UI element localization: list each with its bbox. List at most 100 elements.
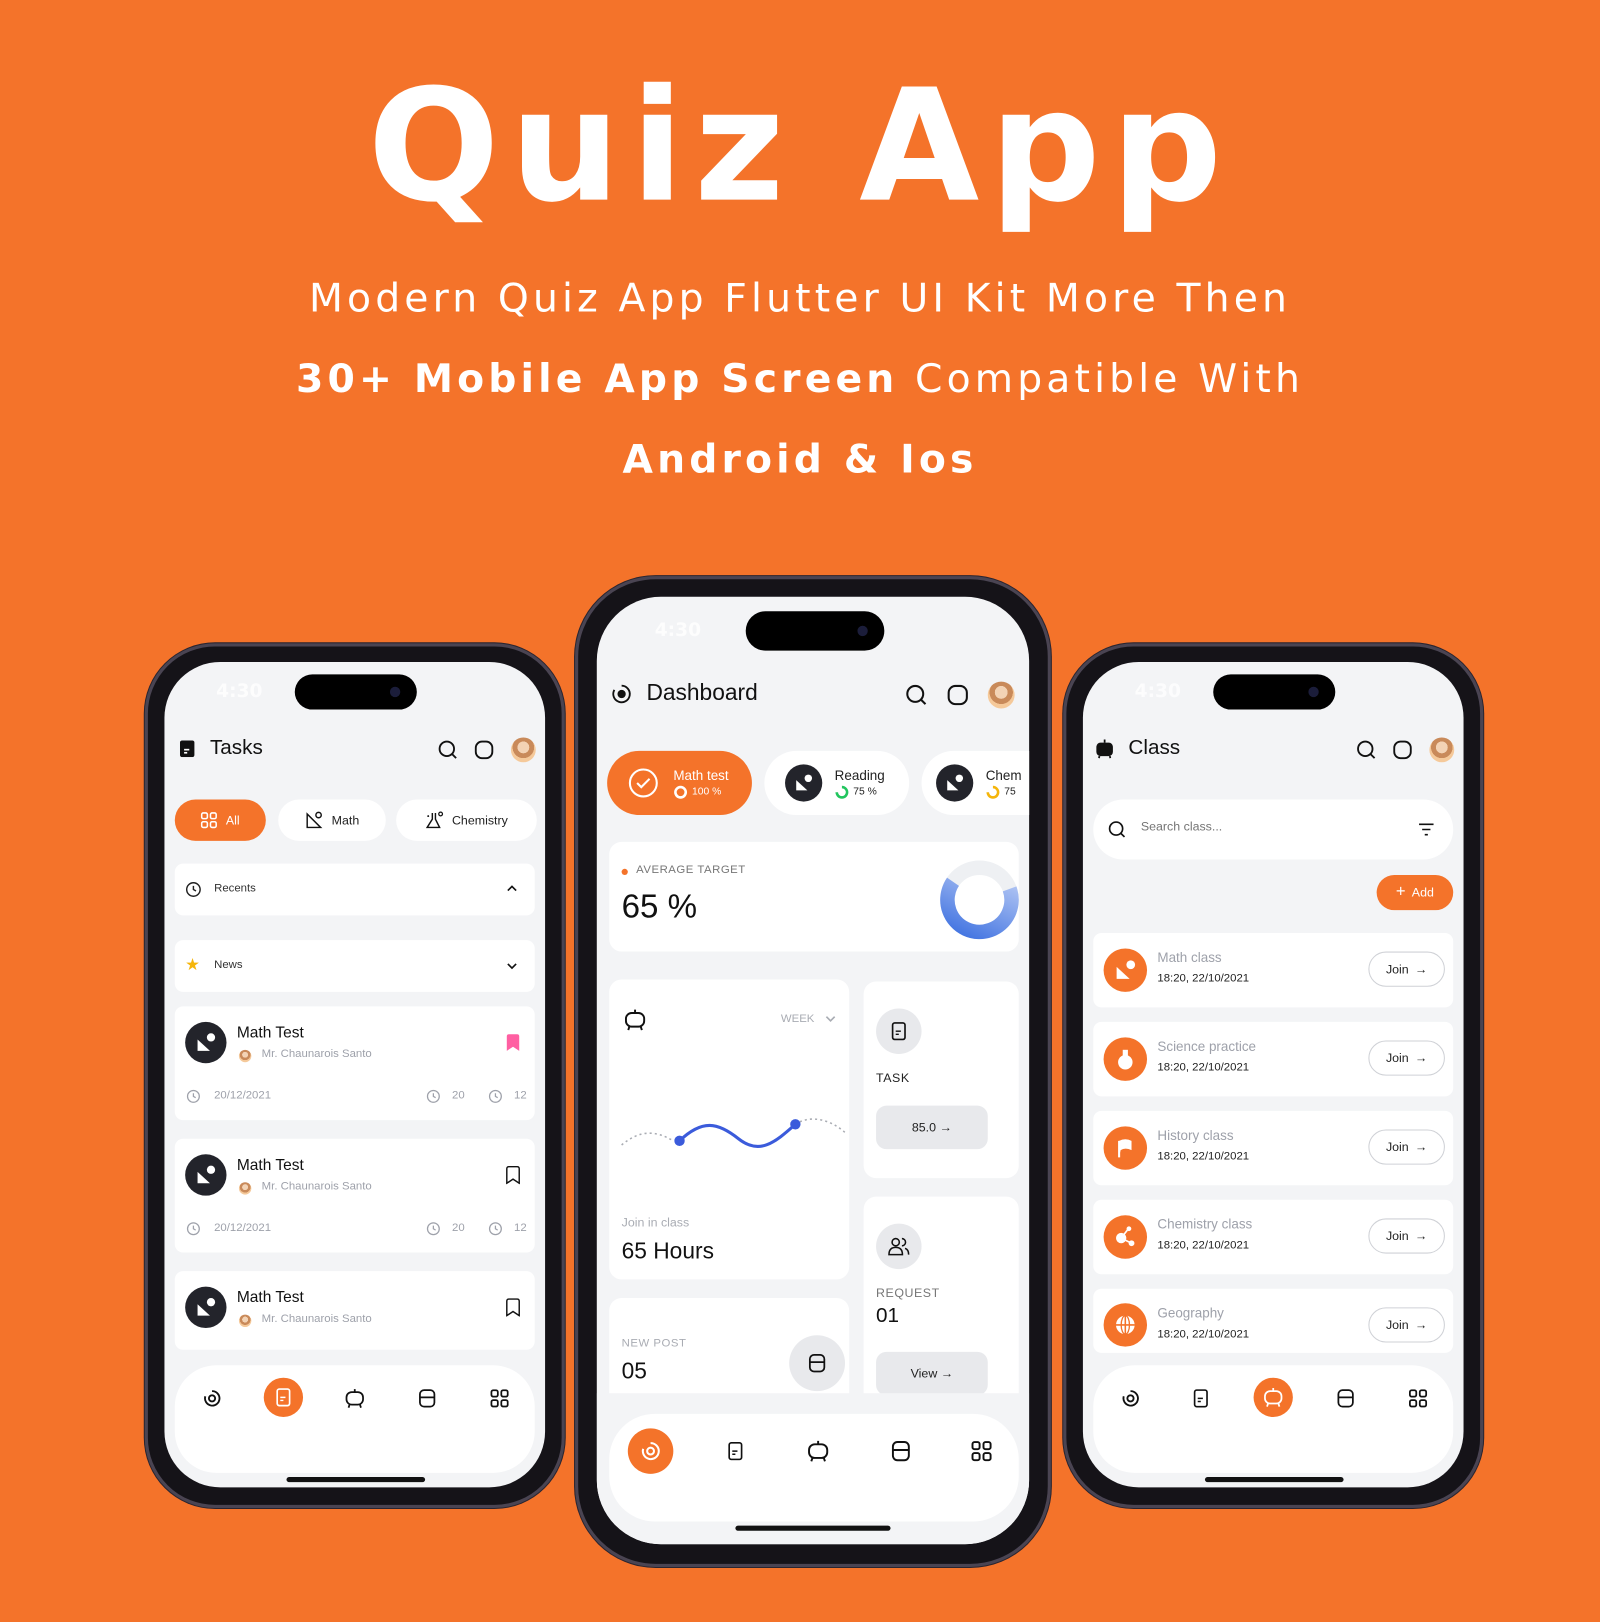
filter-label: Chemistry [451,812,508,828]
join-label: Join [1385,961,1409,977]
join-button[interactable]: Join → [1368,1040,1445,1076]
nav-posts[interactable] [1325,1378,1366,1419]
chat-icon[interactable] [1392,740,1413,761]
period-select[interactable]: WEEK [781,1013,815,1025]
avatar[interactable] [1429,737,1455,763]
chart-point [790,1119,801,1130]
search-icon[interactable] [1356,740,1377,761]
nav-class[interactable] [334,1378,375,1419]
class-item[interactable]: Math class 18:20, 22/10/2021 Join → [1093,932,1454,1008]
chevron-down-icon[interactable] [506,961,518,971]
section-recents[interactable]: Recents [174,863,535,916]
class-time: 18:20, 22/10/2021 [1157,972,1250,985]
dynamic-island [1213,674,1336,710]
class-item[interactable]: Science practice 18:20, 22/10/2021 Join → [1093,1021,1454,1097]
tasks-icon [276,1388,291,1407]
task-item[interactable]: Math Test Mr. Chaunarois Santo 20/12/202… [174,1138,535,1253]
flag-icon [1118,1139,1132,1158]
nav-class[interactable] [795,1428,841,1474]
nav-posts[interactable] [406,1378,447,1419]
task-count-2: 12 [514,1089,527,1102]
nav-dashboard[interactable] [627,1428,674,1474]
posts-icon [1337,1389,1354,1408]
join-button[interactable]: Join → [1368,1307,1445,1343]
nav-tasks[interactable] [713,1428,759,1474]
globe-icon [1116,1314,1135,1335]
join-button[interactable]: Join → [1368,1218,1445,1254]
hero-subtitle-2-bold: 30+ Mobile App Screen [296,355,899,402]
task-author: Mr. Chaunarois Santo [261,1312,372,1325]
star-icon: ★ [185,954,200,975]
chip-math-test[interactable]: Math test 100 % [607,750,752,816]
nav-tasks[interactable] [263,1377,304,1417]
class-item[interactable]: History class 18:20, 22/10/2021 Join → [1093,1110,1454,1186]
clock-icon [426,1222,440,1236]
nav-apps[interactable] [959,1428,1005,1474]
nav-apps[interactable] [479,1378,520,1419]
join-button[interactable]: Join → [1368,1129,1445,1165]
avatar[interactable] [510,737,536,763]
add-label: Add [1411,885,1434,900]
author-avatar [238,1049,252,1063]
chip-chem[interactable]: Chem 75 [921,750,1030,816]
add-class-button[interactable]: + Add [1376,875,1454,911]
join-class-card[interactable]: WEEK Join in class 65 Hours [609,979,850,1280]
nav-dashboard[interactable] [191,1378,232,1419]
class-item[interactable]: Geography 18:20, 22/10/2021 Join → [1093,1288,1454,1353]
chevron-up-icon[interactable] [506,883,518,893]
class-time: 18:20, 22/10/2021 [1157,1239,1250,1252]
home-indicator [1204,1476,1344,1483]
dynamic-island [294,674,417,710]
flask-icon [1118,1049,1133,1070]
request-card[interactable]: REQUEST 01 View → [863,1196,1019,1414]
join-class-value: 65 Hours [621,1238,714,1264]
page-title: Class [1128,736,1181,760]
filter-chemistry[interactable]: Chemistry [396,799,537,841]
chat-icon[interactable] [946,684,969,707]
promo-canvas: Quiz App Modern Quiz App Flutter UI Kit … [0,0,1600,1622]
status-time: 4:30 [1134,680,1181,703]
chip-icon [936,764,974,802]
weekly-activity-chart [621,1118,846,1149]
filter-all[interactable]: All [174,799,266,841]
task-score-button[interactable]: 85.0 → [876,1105,988,1150]
class-icon-circle [1103,1303,1148,1347]
filter-icon[interactable] [1418,822,1435,836]
search-icon[interactable] [905,684,928,707]
chevron-down-icon[interactable] [824,1014,836,1024]
average-target-card[interactable]: AVERAGE TARGET 65 % [609,841,1019,952]
task-title: Math Test [236,1023,304,1042]
search-class-input[interactable] [1138,818,1392,835]
nav-dashboard[interactable] [1110,1378,1151,1419]
section-news[interactable]: ★ News [174,940,535,992]
search-class-field[interactable] [1093,799,1454,860]
page-title: Dashboard [646,679,758,706]
search-icon[interactable] [438,740,459,761]
task-label: TASK [876,1070,910,1085]
clock-icon [488,1222,502,1236]
apps-icon [490,1389,509,1408]
hero-title: Quiz App [367,56,1233,237]
filter-math[interactable]: Math [278,799,386,841]
average-target-donut [940,860,1019,940]
task-item[interactable]: Math Test Mr. Chaunarois Santo [174,1271,535,1350]
task-item[interactable]: Math Test Mr. Chaunarois Santo 20/12/202… [174,1006,535,1121]
bookmark-icon[interactable] [506,1298,520,1317]
task-title: Math Test [236,1156,304,1174]
view-requests-button[interactable]: View → [876,1351,988,1396]
tasks-icon [728,1442,743,1461]
join-class-label: Join in class [621,1215,690,1230]
bookmark-filled-icon[interactable] [506,1033,520,1052]
nav-apps[interactable] [1397,1378,1438,1419]
task-card[interactable]: TASK 85.0 → [863,981,1019,1179]
nav-tasks[interactable] [1180,1378,1221,1419]
class-item[interactable]: Chemistry class 18:20, 22/10/2021 Join → [1093,1199,1454,1275]
nav-class[interactable] [1253,1377,1293,1417]
chip-reading[interactable]: Reading 75 % [764,750,910,816]
avatar[interactable] [987,681,1015,709]
bookmark-icon[interactable] [506,1165,520,1185]
join-button[interactable]: Join → [1368,951,1445,987]
chip-label: Chem [985,766,1022,783]
chat-icon[interactable] [474,740,495,761]
nav-posts[interactable] [878,1428,924,1474]
